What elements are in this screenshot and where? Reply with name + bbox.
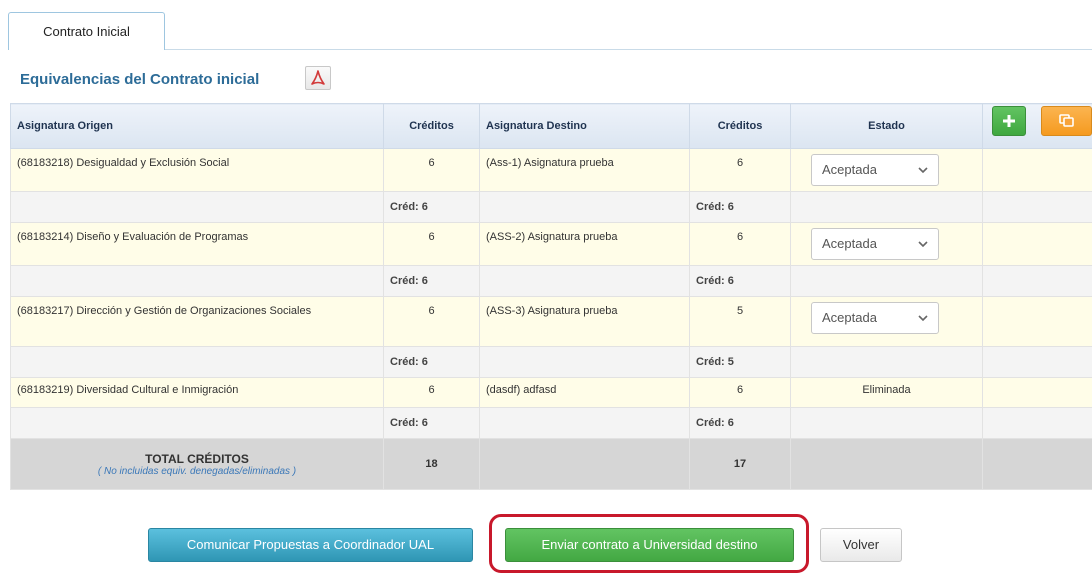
- state-cell: Aceptada: [790, 296, 983, 347]
- header-destination: Asignatura Destino: [479, 103, 690, 149]
- chevron-down-icon: [918, 167, 928, 174]
- state-select[interactable]: Aceptada: [811, 302, 939, 334]
- copy-equivalence-button[interactable]: [1041, 106, 1092, 136]
- table-row: (68183217) Dirección y Gestión de Organi…: [10, 296, 1092, 347]
- subtotal-destination: Créd: 6: [689, 265, 791, 297]
- subtotal-destination: Créd: 6: [689, 407, 791, 439]
- state-select-value: Aceptada: [822, 236, 877, 251]
- subtotal-destination: Créd: 5: [689, 346, 791, 378]
- chevron-down-icon: [918, 241, 928, 248]
- subtotal-destination: Créd: 6: [689, 191, 791, 223]
- copy-icon: [1058, 114, 1074, 127]
- destination-cell: (ASS-3) Asignatura prueba: [479, 296, 690, 347]
- table-header-row: Asignatura Origen Créditos Asignatura De…: [10, 103, 1092, 149]
- add-equivalence-button[interactable]: [992, 106, 1026, 136]
- state-cell: Aceptada: [790, 222, 983, 266]
- table-row: (68183218) Desigualdad y Exclusión Socia…: [10, 148, 1092, 192]
- credits-origin-cell: 6: [383, 377, 480, 408]
- section-title: Equivalencias del Contrato inicial: [20, 71, 260, 88]
- back-button[interactable]: Volver: [820, 528, 902, 562]
- state-select[interactable]: Aceptada: [811, 154, 939, 186]
- subtotal-origin: Créd: 6: [383, 265, 480, 297]
- destination-cell: (ASS-2) Asignatura prueba: [479, 222, 690, 266]
- header-origin: Asignatura Origen: [10, 103, 384, 149]
- destination-cell: (dasdf) adfasd: [479, 377, 690, 408]
- credits-origin-cell: 6: [383, 222, 480, 266]
- credits-destination-cell: 6: [689, 377, 791, 408]
- credits-origin-cell: 6: [383, 296, 480, 347]
- subtotal-row: Créd: 6 Créd: 6: [10, 191, 1092, 223]
- tools-cell: [982, 148, 1092, 192]
- total-label: TOTAL CRÉDITOS: [145, 451, 249, 466]
- subtotal-row: Créd: 6 Créd: 6: [10, 265, 1092, 297]
- tools-cell: [982, 222, 1092, 266]
- tab-divider: [165, 49, 1092, 50]
- subtotal-origin: Créd: 6: [383, 346, 480, 378]
- destination-cell: (Ass-1) Asignatura prueba: [479, 148, 690, 192]
- total-label-cell: TOTAL CRÉDITOS ( No incluidas equiv. den…: [10, 438, 384, 490]
- header-credits-destination: Créditos: [689, 103, 791, 149]
- total-credits-destination: 17: [689, 438, 791, 490]
- origin-cell: (68183219) Diversidad Cultural e Inmigra…: [10, 377, 384, 408]
- tools-cell: [982, 377, 1092, 408]
- total-credits-origin: 18: [383, 438, 480, 490]
- credits-destination-cell: 6: [689, 222, 791, 266]
- state-select-value: Aceptada: [822, 310, 877, 325]
- notify-coordinator-button[interactable]: Comunicar Propuestas a Coordinador UAL: [148, 528, 473, 562]
- credits-destination-cell: 6: [689, 148, 791, 192]
- header-credits-origin: Créditos: [383, 103, 480, 149]
- send-contract-button[interactable]: Enviar contrato a Universidad destino: [505, 528, 794, 562]
- state-select-value: Aceptada: [822, 162, 877, 177]
- header-state: Estado: [790, 103, 983, 149]
- pdf-icon[interactable]: [305, 66, 331, 90]
- subtotal-origin: Créd: 6: [383, 191, 480, 223]
- total-note: ( No incluidas equiv. denegadas/eliminad…: [97, 465, 297, 477]
- table-row: (68183219) Diversidad Cultural e Inmigra…: [10, 377, 1092, 408]
- origin-cell: (68183218) Desigualdad y Exclusión Socia…: [10, 148, 384, 192]
- tab-contrato-inicial[interactable]: Contrato Inicial: [8, 12, 165, 50]
- chevron-down-icon: [918, 315, 928, 322]
- state-cell: Aceptada: [790, 148, 983, 192]
- table-row: (68183214) Diseño y Evaluación de Progra…: [10, 222, 1092, 266]
- plus-icon: [1003, 115, 1015, 127]
- equivalences-table: Asignatura Origen Créditos Asignatura De…: [10, 103, 1092, 490]
- credits-origin-cell: 6: [383, 148, 480, 192]
- subtotal-origin: Créd: 6: [383, 407, 480, 439]
- state-label: Eliminada: [790, 377, 983, 408]
- subtotal-row: Créd: 6 Créd: 5: [10, 346, 1092, 378]
- state-select[interactable]: Aceptada: [811, 228, 939, 260]
- origin-cell: (68183217) Dirección y Gestión de Organi…: [10, 296, 384, 347]
- credits-destination-cell: 5: [689, 296, 791, 347]
- subtotal-row: Créd: 6 Créd: 6: [10, 407, 1092, 439]
- origin-cell: (68183214) Diseño y Evaluación de Progra…: [10, 222, 384, 266]
- total-row: TOTAL CRÉDITOS ( No incluidas equiv. den…: [10, 438, 1092, 490]
- tools-cell: [982, 296, 1092, 347]
